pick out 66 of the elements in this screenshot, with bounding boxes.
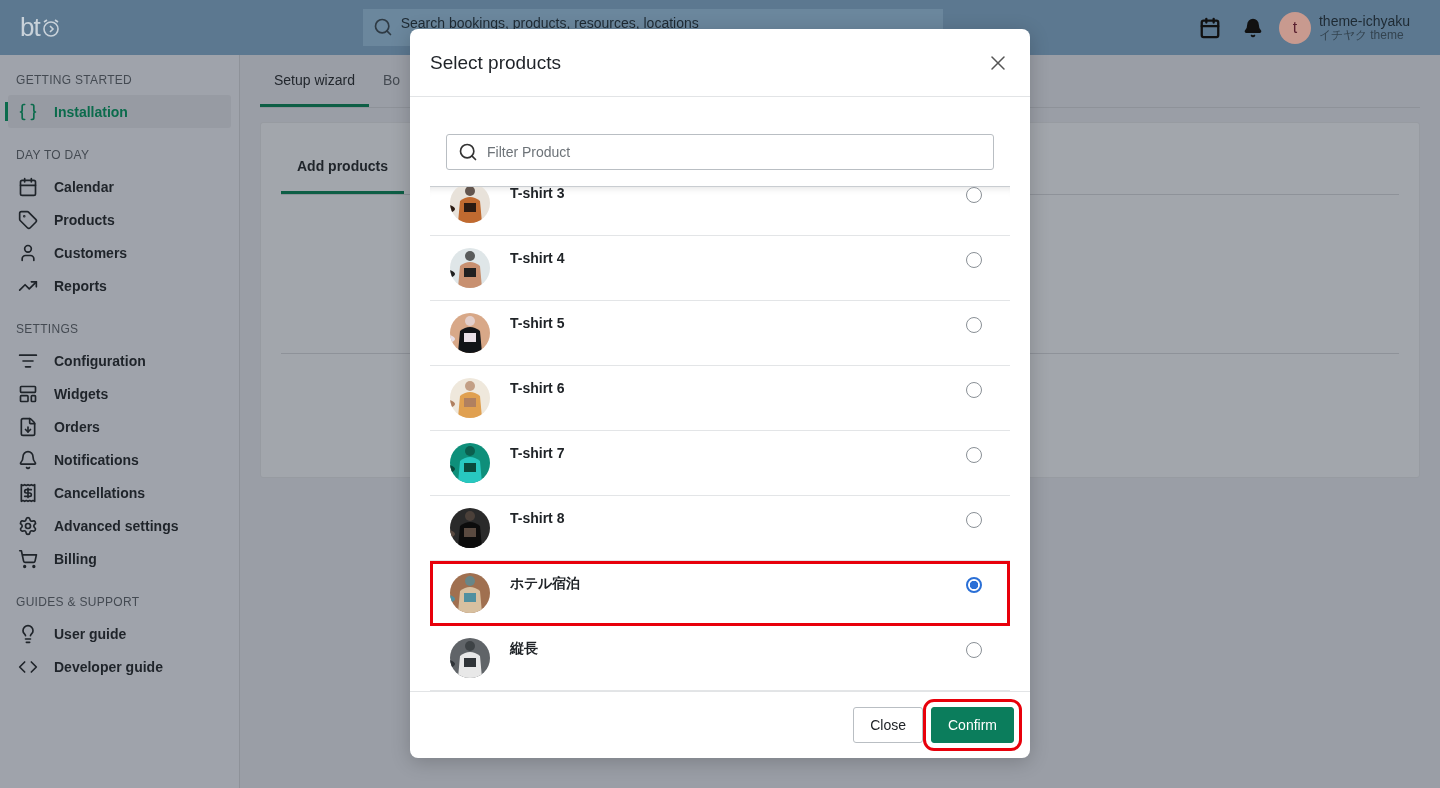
product-name: T-shirt 6: [510, 380, 566, 396]
sidebar-item[interactable]: Calendar: [8, 170, 231, 203]
highlighted-product-row[interactable]: ホテル宿泊: [430, 561, 1010, 626]
bell-icon[interactable]: [1242, 17, 1263, 38]
sidebar-item[interactable]: Notifications: [8, 443, 231, 476]
product-name: T-shirt 5: [510, 315, 566, 331]
section-heading: GUIDES & SUPPORT: [15, 595, 141, 609]
bell-icon: [18, 449, 38, 470]
sidebar-item[interactable]: Products: [8, 203, 231, 236]
calendar-icon[interactable]: [1198, 16, 1221, 39]
product-name: ホテル宿泊: [510, 575, 581, 593]
receipt-icon: [18, 482, 38, 503]
radio-button[interactable]: [966, 317, 982, 333]
product-row[interactable]: T-shirt 5: [430, 301, 1010, 366]
search-icon: [372, 17, 393, 37]
product-name: T-shirt 4: [510, 250, 566, 266]
radio-button[interactable]: [966, 447, 982, 463]
radio-button[interactable]: [966, 187, 982, 203]
sidebar-item[interactable]: Cancellations: [8, 476, 231, 509]
tag-icon: [18, 209, 38, 230]
sidebar-item[interactable]: Customers: [8, 236, 231, 269]
product-row[interactable]: T-shirt 7: [430, 431, 1010, 496]
sidebar-item[interactable]: Advanced settings: [8, 509, 231, 542]
braces-icon: [18, 101, 38, 122]
sidebar-item[interactable]: Orders: [8, 410, 231, 443]
logo: bt: [20, 12, 40, 43]
radio-button[interactable]: [966, 577, 982, 593]
clock-icon: [40, 17, 61, 38]
radio-button[interactable]: [966, 512, 982, 528]
tab[interactable]: Bo: [368, 55, 415, 107]
user-name: theme-ichyaku: [1318, 13, 1410, 28]
sidebar-item[interactable]: Billing: [8, 542, 231, 575]
product-row[interactable]: T-shirt 8: [430, 496, 1010, 561]
radio-button[interactable]: [966, 382, 982, 398]
radio-button[interactable]: [966, 642, 982, 658]
section-heading: SETTINGS: [15, 322, 80, 336]
sidebar-item[interactable]: Widgets: [8, 377, 231, 410]
tab[interactable]: Setup wizard: [260, 55, 369, 107]
tab[interactable]: Add products: [281, 141, 404, 194]
sidebar-item[interactable]: Developer guide: [8, 650, 231, 683]
product-name: 縦長: [510, 640, 539, 658]
cart-icon: [18, 548, 38, 569]
user-avatar[interactable]: t: [1278, 11, 1311, 44]
download-icon: [18, 416, 38, 437]
calendar-icon: [18, 176, 38, 197]
section-heading: GETTING STARTED: [15, 73, 134, 87]
radio-button[interactable]: [966, 252, 982, 268]
filter-field[interactable]: Filter Product: [446, 134, 994, 170]
product-row[interactable]: T-shirt 3: [430, 187, 1010, 236]
sidebar-item[interactable]: Configuration: [8, 344, 231, 377]
user-subtitle: イチヤク theme: [1318, 27, 1404, 42]
sidebar-item[interactable]: User guide: [8, 617, 231, 650]
product-name: T-shirt 3: [510, 187, 566, 201]
dialog-title: Select products: [430, 51, 561, 74]
search-icon: [458, 142, 478, 162]
close-button[interactable]: Close: [853, 707, 923, 743]
product-row[interactable]: T-shirt 4: [430, 236, 1010, 301]
product-name: T-shirt 7: [510, 445, 566, 461]
product-name: T-shirt 8: [510, 510, 566, 526]
sidebar-item[interactable]: Reports: [8, 269, 231, 302]
widget-icon: [18, 383, 38, 404]
product-row[interactable]: 縦長: [430, 626, 1010, 691]
product-row[interactable]: T-shirt 6: [430, 366, 1010, 431]
settings-icon: [18, 515, 38, 536]
section-heading: DAY TO DAY: [15, 148, 91, 162]
person-icon: [18, 242, 38, 263]
